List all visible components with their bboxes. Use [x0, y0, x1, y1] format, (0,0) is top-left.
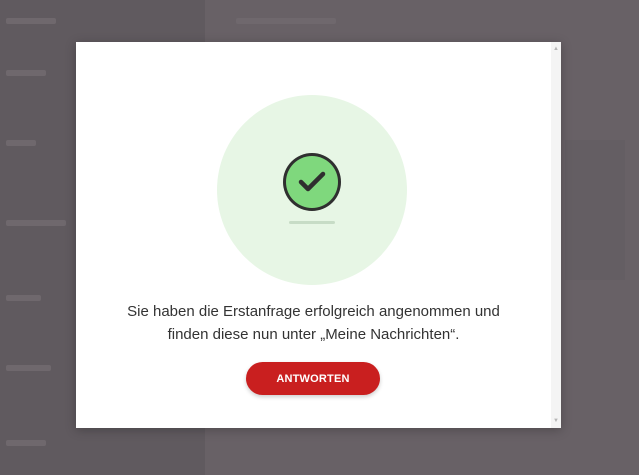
dialog-scrollbar[interactable]: ▲ ▼ — [551, 42, 561, 428]
reply-button[interactable]: ANTWORTEN — [246, 362, 380, 395]
success-message: Sie haben die Erstanfrage erfolgreich an… — [96, 300, 531, 346]
success-message-line-2: finden diese nun unter „Meine Nachrichte… — [167, 326, 460, 343]
success-message-line-1: Sie haben die Erstanfrage erfolgreich an… — [127, 303, 500, 320]
checkmark-shadow — [289, 221, 335, 224]
success-dialog: Sie haben die Erstanfrage erfolgreich an… — [76, 42, 561, 428]
success-illustration — [217, 95, 407, 285]
checkmark-icon — [283, 153, 341, 211]
scroll-down-arrow-icon[interactable]: ▼ — [551, 416, 561, 426]
scroll-up-arrow-icon[interactable]: ▲ — [551, 44, 561, 54]
